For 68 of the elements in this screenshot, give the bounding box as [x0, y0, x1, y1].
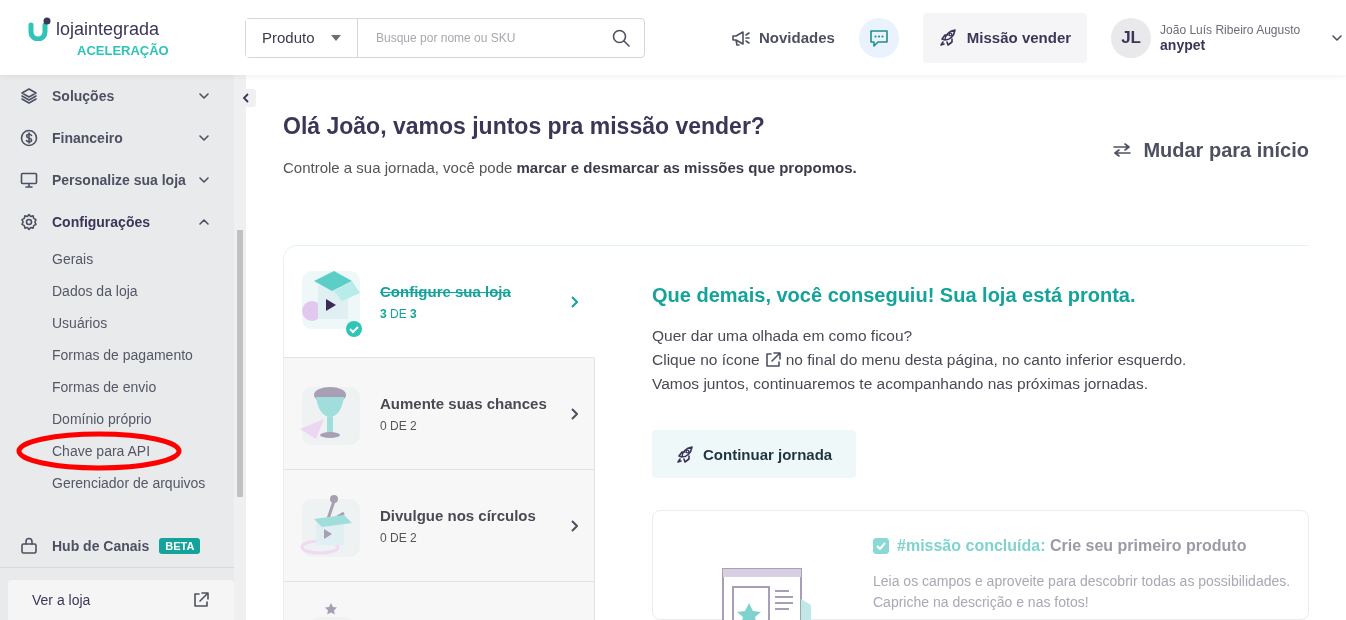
chat-bubble-icon — [868, 27, 889, 48]
plan-label: ACELERAÇÃO — [77, 43, 170, 58]
mission-card-description: Leia os campos e aproveite para descobrir todas as possibilidades. Capriche na descrição e nas fotos! — [873, 572, 1291, 612]
store-name: anypet — [1160, 36, 1207, 53]
body-text: Quer dar uma olhada em como ficou? — [652, 327, 914, 345]
checkmark-icon — [876, 542, 886, 550]
view-store-link[interactable]: Ver a loja — [8, 580, 234, 620]
mission-card-title: #missão concluída: Crie seu primeiro produto — [897, 537, 1247, 555]
switch-home-link[interactable]: Mudar para início — [1113, 135, 1309, 165]
scrollbar-thumb[interactable] — [237, 230, 243, 497]
dollar-icon — [20, 129, 38, 147]
mission-title: Configure sua loja — [380, 282, 512, 300]
external-link-icon — [192, 591, 210, 609]
mission-button[interactable]: Missão vender — [922, 12, 1088, 63]
submenu-item[interactable]: Formas de envio — [0, 371, 234, 403]
submenu-item[interactable]: Gerais — [0, 243, 234, 275]
swap-arrows-icon — [1113, 143, 1132, 157]
continue-button[interactable]: Continuar jornada — [652, 430, 857, 478]
sidebar-item[interactable]: Soluções — [0, 75, 234, 117]
news-button[interactable]: Novidades — [731, 28, 835, 47]
logo-text: lojaintegrada — [56, 18, 160, 40]
chevron-up-icon — [198, 216, 210, 228]
body-text: Vamos juntos, continuaremos te acompanhando nas próximas jornadas. — [652, 375, 1149, 393]
logo-icon — [28, 17, 52, 41]
submenu-item[interactable]: Gerenciador de arquivos — [0, 467, 234, 499]
chevron-down-icon — [198, 174, 210, 186]
mission-progress: 0 DE 2 — [380, 418, 418, 433]
avatar: JL — [1111, 17, 1152, 58]
success-heading: Que demais, você conseguiu! Sua loja está pronta. — [652, 284, 1137, 307]
caret-icon — [331, 34, 341, 41]
submenu-item[interactable]: Domínio próprio — [0, 403, 234, 435]
chevron-down-icon — [198, 90, 210, 102]
rocket-icon — [938, 28, 958, 47]
submenu-item[interactable]: Usuários — [0, 307, 234, 339]
page-subtitle: Controle a sua jornada, você pode marcar e desmarcar as missões que propomos. — [283, 159, 857, 176]
mission-title: Divulgue nos círculos — [380, 506, 537, 524]
settings-icon — [20, 213, 38, 231]
checkbox[interactable] — [873, 538, 889, 554]
chevron-down-icon — [198, 132, 210, 144]
submenu-item[interactable]: Formas de pagamento — [0, 339, 234, 371]
monitor-icon — [20, 171, 38, 189]
chevron-right-icon — [570, 407, 578, 420]
search-icon — [612, 28, 630, 47]
mission-title: Aumente suas chances — [380, 394, 548, 412]
mission-progress: 0 DE 2 — [380, 530, 418, 545]
chevron-right-icon — [570, 295, 578, 308]
user-name: João Luís Ribeiro Augusto — [1160, 22, 1302, 37]
submenu-item[interactable]: Chave para API — [0, 435, 234, 467]
sidebar-item[interactable]: Hub de Canais BETA — [0, 516, 234, 576]
shopping-bag-icon — [20, 537, 38, 555]
submenu-item[interactable]: Dados da loja — [0, 275, 234, 307]
body-text: Clique no ícone — [652, 351, 760, 369]
beta-badge: BETA — [159, 538, 201, 554]
rocket-icon — [676, 444, 695, 464]
chevron-left-icon — [242, 93, 250, 103]
page-title: Olá João, vamos juntos pra missão vender? — [283, 113, 766, 140]
mission-item[interactable]: Divulgue nos círculos 0 DE 2 — [284, 470, 595, 582]
external-link-icon — [763, 351, 782, 369]
sidebar-item[interactable]: Financeiro — [0, 117, 234, 159]
layers-icon — [20, 87, 38, 105]
mission-progress: 3 DE 3 — [380, 306, 418, 321]
chevron-right-icon — [570, 519, 578, 532]
category-dropdown[interactable]: Produto — [246, 18, 358, 57]
megaphone-icon — [731, 28, 751, 47]
sidebar-item[interactable]: Configurações — [0, 201, 234, 243]
body-text: no final do menu desta página, no canto inferior esquerdo. — [785, 351, 1187, 369]
mission-item[interactable]: Aumente suas chances 0 DE 2 — [284, 358, 595, 470]
sidebar-item[interactable]: Personalize sua loja — [0, 159, 234, 201]
